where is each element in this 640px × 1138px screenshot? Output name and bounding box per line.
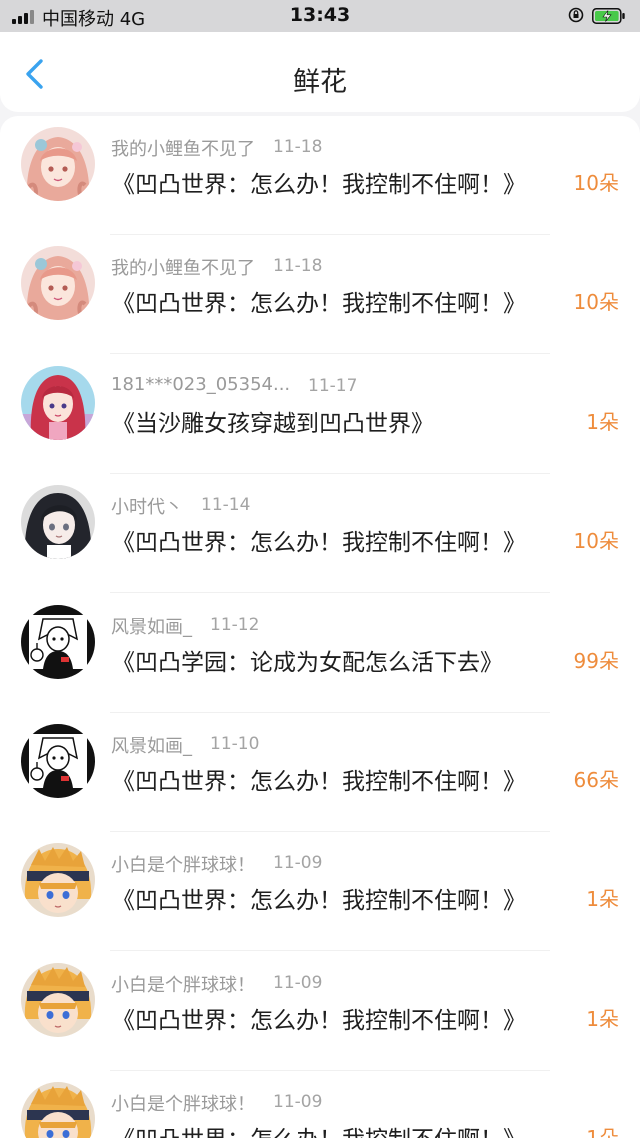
flower-record-row[interactable]: 小白是个胖球球！ 11-09 《凹凸世界：怎么办！我控制不住啊！》 1朵: [0, 832, 640, 952]
flower-count: 1朵: [586, 409, 619, 434]
book-title[interactable]: 《凹凸世界：怎么办！我控制不住啊！》: [112, 1001, 526, 1035]
user-avatar[interactable]: [21, 843, 95, 918]
page-title: 鲜花: [293, 67, 347, 98]
username[interactable]: 181***023_05354...: [111, 374, 290, 395]
user-avatar[interactable]: [21, 724, 95, 798]
gift-date: 11-10: [210, 734, 260, 754]
nav-bar: 鲜花: [0, 32, 640, 112]
battery-charging-icon: [592, 8, 625, 24]
username[interactable]: 我的小鲤鱼不见了: [111, 254, 255, 280]
flower-count: 10朵: [573, 529, 619, 554]
flower-count: 66朵: [573, 768, 619, 792]
flower-count: 1朵: [586, 887, 619, 912]
gift-date: 11-09: [273, 972, 323, 993]
clock: 13:43: [289, 4, 351, 26]
username[interactable]: 小白是个胖球球！: [111, 971, 255, 997]
status-bar: 中国移动 4G 13:43: [0, 0, 640, 32]
flower-count: 1朵: [586, 1122, 619, 1138]
gift-date: 11-18: [273, 137, 323, 157]
flower-record-row[interactable]: 181***023_05354... 11-17 《当沙雕女孩穿越到凹凸世界》 1朵: [0, 355, 640, 474]
flower-record-list[interactable]: 我的小鲤鱼不见了 11-18 《凹凸世界：怎么办！我控制不住啊！》 10朵 我的小鲤鱼…: [0, 116, 640, 1138]
flower-record-row[interactable]: 小时代丶 11-14 《凹凸世界：怎么办！我控制不住啊！》 10朵: [0, 474, 640, 594]
flower-count: 10朵: [573, 290, 619, 315]
flower-count: 99朵: [573, 648, 619, 673]
user-avatar[interactable]: [21, 604, 95, 679]
gift-date: 11-14: [201, 495, 251, 516]
user-avatar[interactable]: [21, 127, 95, 201]
username[interactable]: 小白是个胖球球！: [111, 851, 255, 877]
username[interactable]: 我的小鲤鱼不见了: [111, 135, 255, 161]
user-avatar[interactable]: [21, 1082, 95, 1138]
username[interactable]: 风景如画_: [111, 732, 192, 758]
flower-record-row[interactable]: 风景如画_ 11-10 《凹凸世界：怎么办！我控制不住啊！》 66朵: [0, 713, 640, 832]
rotation-lock-icon: [568, 7, 584, 23]
book-title[interactable]: 《凹凸学园：论成为女配怎么活下去》: [112, 643, 503, 677]
flower-record-row[interactable]: 我的小鲤鱼不见了 11-18 《凹凸世界：怎么办！我控制不住啊！》 10朵: [0, 235, 640, 355]
gift-date: 11-09: [273, 1092, 323, 1113]
flower-record-row[interactable]: 风景如画_ 11-12 《凹凸学园：论成为女配怎么活下去》 99朵: [0, 594, 640, 713]
flower-count: 10朵: [573, 171, 619, 195]
user-avatar[interactable]: [21, 246, 95, 321]
user-avatar[interactable]: [21, 485, 95, 560]
book-title[interactable]: 《凹凸世界：怎么办！我控制不住啊！》: [112, 523, 526, 557]
book-title[interactable]: 《当沙雕女孩穿越到凹凸世界》: [112, 404, 434, 438]
gift-date: 11-09: [273, 853, 323, 874]
flower-count: 1朵: [586, 1006, 619, 1031]
gift-date: 11-18: [273, 256, 323, 277]
user-avatar[interactable]: [21, 962, 95, 1037]
flower-record-row[interactable]: 小白是个胖球球！ 11-09 《凹凸世界：怎么办！我控制不住啊！》 1朵: [0, 1071, 640, 1138]
gift-date: 11-12: [210, 614, 260, 635]
username[interactable]: 小白是个胖球球！: [111, 1090, 255, 1116]
username[interactable]: 小时代丶: [111, 493, 183, 519]
book-title[interactable]: 《凹凸世界：怎么办！我控制不住啊！》: [112, 1120, 526, 1138]
book-title[interactable]: 《凹凸世界：怎么办！我控制不住啊！》: [112, 165, 526, 199]
book-title[interactable]: 《凹凸世界：怎么办！我控制不住啊！》: [112, 284, 526, 318]
username[interactable]: 风景如画_: [111, 613, 192, 639]
book-title[interactable]: 《凹凸世界：怎么办！我控制不住啊！》: [112, 762, 526, 796]
flower-record-row[interactable]: 小白是个胖球球！ 11-09 《凹凸世界：怎么办！我控制不住啊！》 1朵: [0, 952, 640, 1071]
book-title[interactable]: 《凹凸世界：怎么办！我控制不住啊！》: [112, 881, 526, 915]
gift-date: 11-17: [308, 375, 358, 396]
flower-record-row[interactable]: 我的小鲤鱼不见了 11-18 《凹凸世界：怎么办！我控制不住啊！》 10朵: [0, 116, 640, 235]
user-avatar[interactable]: [21, 365, 95, 440]
